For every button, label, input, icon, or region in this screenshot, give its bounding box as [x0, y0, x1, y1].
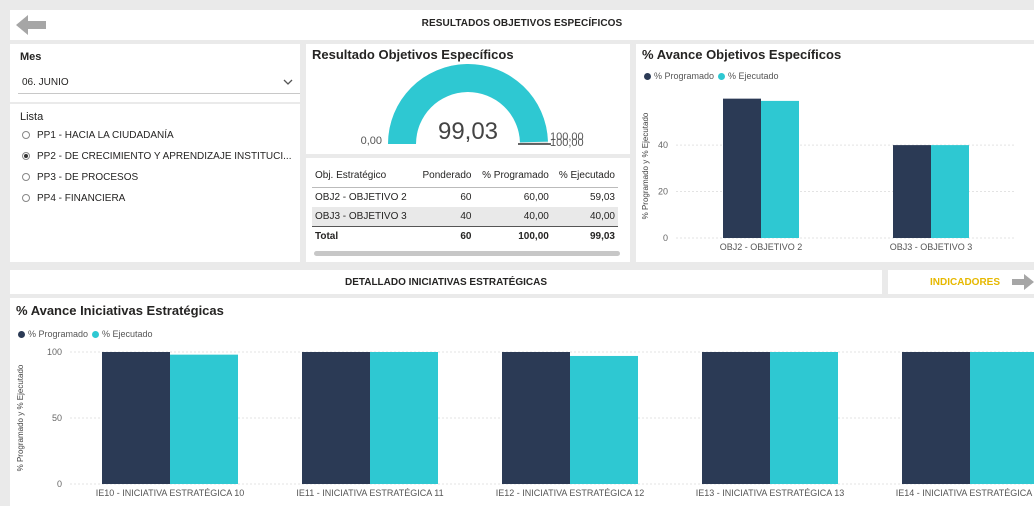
- bar-programado[interactable]: [302, 352, 370, 484]
- bar-programado[interactable]: [723, 98, 761, 238]
- table-cell: 40,00: [551, 207, 618, 227]
- bar-ejecutado[interactable]: [370, 352, 438, 484]
- y-axis-label: % Programado y % Ejecutado: [16, 364, 25, 471]
- table-header-row: Obj. Estratégico Ponderado% Programado% E…: [312, 164, 618, 188]
- lista-option[interactable]: PP4 - FINANCIERA: [22, 190, 125, 206]
- indicators-nav-label: INDICADORES: [930, 277, 1001, 288]
- objectives-table: Obj. Estratégico Ponderado% Programado% E…: [312, 164, 618, 246]
- mes-value: 06. JUNIO: [22, 77, 69, 88]
- table-cell: OBJ2 - OBJETIVO 2: [315, 192, 407, 203]
- bar-programado[interactable]: [502, 352, 570, 484]
- x-tick-label: IE14 - INICIATIVA ESTRATÉGICA 14: [896, 488, 1034, 498]
- x-tick-label: IE10 - INICIATIVA ESTRATÉGICA 10: [96, 488, 245, 498]
- bar-ejecutado[interactable]: [761, 100, 799, 238]
- table-cell: 60: [460, 192, 472, 203]
- table-total-cell: 99,03: [551, 226, 618, 246]
- table-header-cell[interactable]: Ponderado: [415, 164, 475, 188]
- y-tick-label: 40: [658, 140, 668, 150]
- detail-nav-label: DETALLADO INICIATIVAS ESTRATÉGICAS: [344, 277, 548, 288]
- mes-slicer: Mes 06. JUNIO: [10, 44, 300, 102]
- gauge-card: Resultado Objetivos Específicos 99,03 0,0…: [306, 44, 630, 154]
- table-cell: 40,00: [474, 207, 552, 227]
- gauge-min-label: 0,00: [361, 135, 382, 147]
- table-cell: 40: [415, 207, 475, 227]
- bar-programado[interactable]: [702, 352, 770, 484]
- objectives-chart-card: % Avance Objetivos Específicos % Program…: [636, 44, 1034, 262]
- table-row[interactable]: OBJ3 - OBJETIVO 3 40 40,00 40,00: [312, 207, 618, 227]
- gauge-chart: 99,030,00 100,00100,00: [361, 63, 584, 149]
- horizontal-scrollbar[interactable]: [314, 251, 620, 256]
- y-axis-label: % Programado y % Ejecutado: [641, 112, 650, 219]
- table-total-cell: 100,00: [474, 226, 552, 246]
- bar-programado[interactable]: [893, 145, 931, 238]
- table-cell: 60,00: [523, 192, 549, 203]
- table-header-cell[interactable]: % Programado: [474, 164, 552, 188]
- bar-programado[interactable]: [902, 352, 970, 484]
- table-header-cell[interactable]: % Ejecutado: [551, 164, 618, 188]
- objectives-bar-chart: 0 20 40 % Programado y % Ejecutado OBJ2 - OB…: [641, 98, 1016, 252]
- gauge-max-label: 100,00: [550, 137, 584, 149]
- bar-ejecutado[interactable]: [770, 352, 838, 484]
- lista-slicer: Lista PP1 - HACIA LA CIUDADANÍA PP2 - DE …: [10, 104, 300, 262]
- lista-option-label: PP2 - DE CRECIMIENTO Y APRENDIZAJE INSTI…: [37, 150, 292, 162]
- lista-option-label: PP4 - FINANCIERA: [37, 192, 126, 204]
- lista-label: Lista: [20, 111, 44, 123]
- table-cell: OBJ3 - OBJETIVO 3: [312, 207, 416, 227]
- x-tick-label: IE11 - INICIATIVA ESTRATÉGICA 11: [296, 488, 443, 498]
- y-tick-label: 0: [57, 479, 62, 489]
- lista-option-label: PP1 - HACIA LA CIUDADANÍA: [37, 129, 174, 141]
- mes-label: Mes: [20, 51, 42, 63]
- table-row[interactable]: OBJ2 - OBJETIVO 2 60 60,00 59,03: [312, 188, 618, 208]
- mes-dropdown[interactable]: 06. JUNIO: [18, 72, 300, 94]
- x-tick-label: OBJ3 - OBJETIVO 3: [890, 242, 973, 252]
- x-tick-label: IE12 - INICIATIVA ESTRATÉGICA 12: [496, 488, 645, 498]
- radio-button[interactable]: [22, 131, 30, 139]
- table-header-cell[interactable]: Obj. Estratégico: [312, 164, 416, 188]
- x-tick-label: OBJ2 - OBJETIVO 2: [720, 242, 803, 252]
- title-bar: RESULTADOS OBJETIVOS ESPECÍFICOS: [10, 10, 1034, 40]
- bar-ejecutado[interactable]: [970, 352, 1034, 484]
- gauge-value: 99,03: [438, 118, 498, 145]
- y-tick-label: 100: [47, 347, 62, 357]
- y-tick-label: 20: [658, 187, 668, 197]
- indicators-nav-button[interactable]: INDICADORES: [888, 270, 1034, 294]
- radio-button[interactable]: [22, 173, 30, 181]
- page-title: RESULTADOS OBJETIVOS ESPECÍFICOS: [421, 18, 623, 29]
- forward-arrow-icon[interactable]: [1012, 273, 1034, 291]
- radio-button[interactable]: [22, 194, 30, 202]
- bar-ejecutado[interactable]: [931, 145, 969, 238]
- radio-button[interactable]: [22, 152, 30, 160]
- chevron-down-icon[interactable]: [282, 76, 294, 88]
- table-cell: 59,03: [589, 192, 615, 203]
- y-tick-label: 0: [663, 233, 668, 243]
- table-total-cell: 60: [415, 226, 475, 246]
- objectives-table-card: Obj. Estratégico Ponderado% Programado% E…: [306, 158, 630, 262]
- initiatives-bar-chart: 0 50 100 % Programado y % Ejecutado IE10 - I…: [16, 347, 1034, 498]
- lista-option[interactable]: PP2 - DE CRECIMIENTO Y APRENDIZAJE INSTI…: [22, 148, 292, 164]
- initiatives-chart-card: % Avance Iniciativas Estratégicas % Prog…: [10, 298, 1034, 506]
- bar-programado[interactable]: [102, 352, 170, 484]
- bar-ejecutado[interactable]: [170, 354, 238, 484]
- lista-option-label: PP3 - DE PROCESOS: [37, 171, 139, 183]
- table-total-cell: Total: [312, 226, 416, 246]
- bar-ejecutado[interactable]: [570, 355, 638, 484]
- x-tick-label: IE13 - INICIATIVA ESTRATÉGICA 13: [696, 488, 845, 498]
- lista-option[interactable]: PP3 - DE PROCESOS: [22, 169, 138, 185]
- table-total-row: Total 60 100,00 99,03: [312, 226, 618, 246]
- detail-nav-button[interactable]: DETALLADO INICIATIVAS ESTRATÉGICAS: [10, 270, 882, 294]
- lista-option[interactable]: PP1 - HACIA LA CIUDADANÍA: [22, 127, 174, 143]
- y-tick-label: 50: [52, 413, 62, 423]
